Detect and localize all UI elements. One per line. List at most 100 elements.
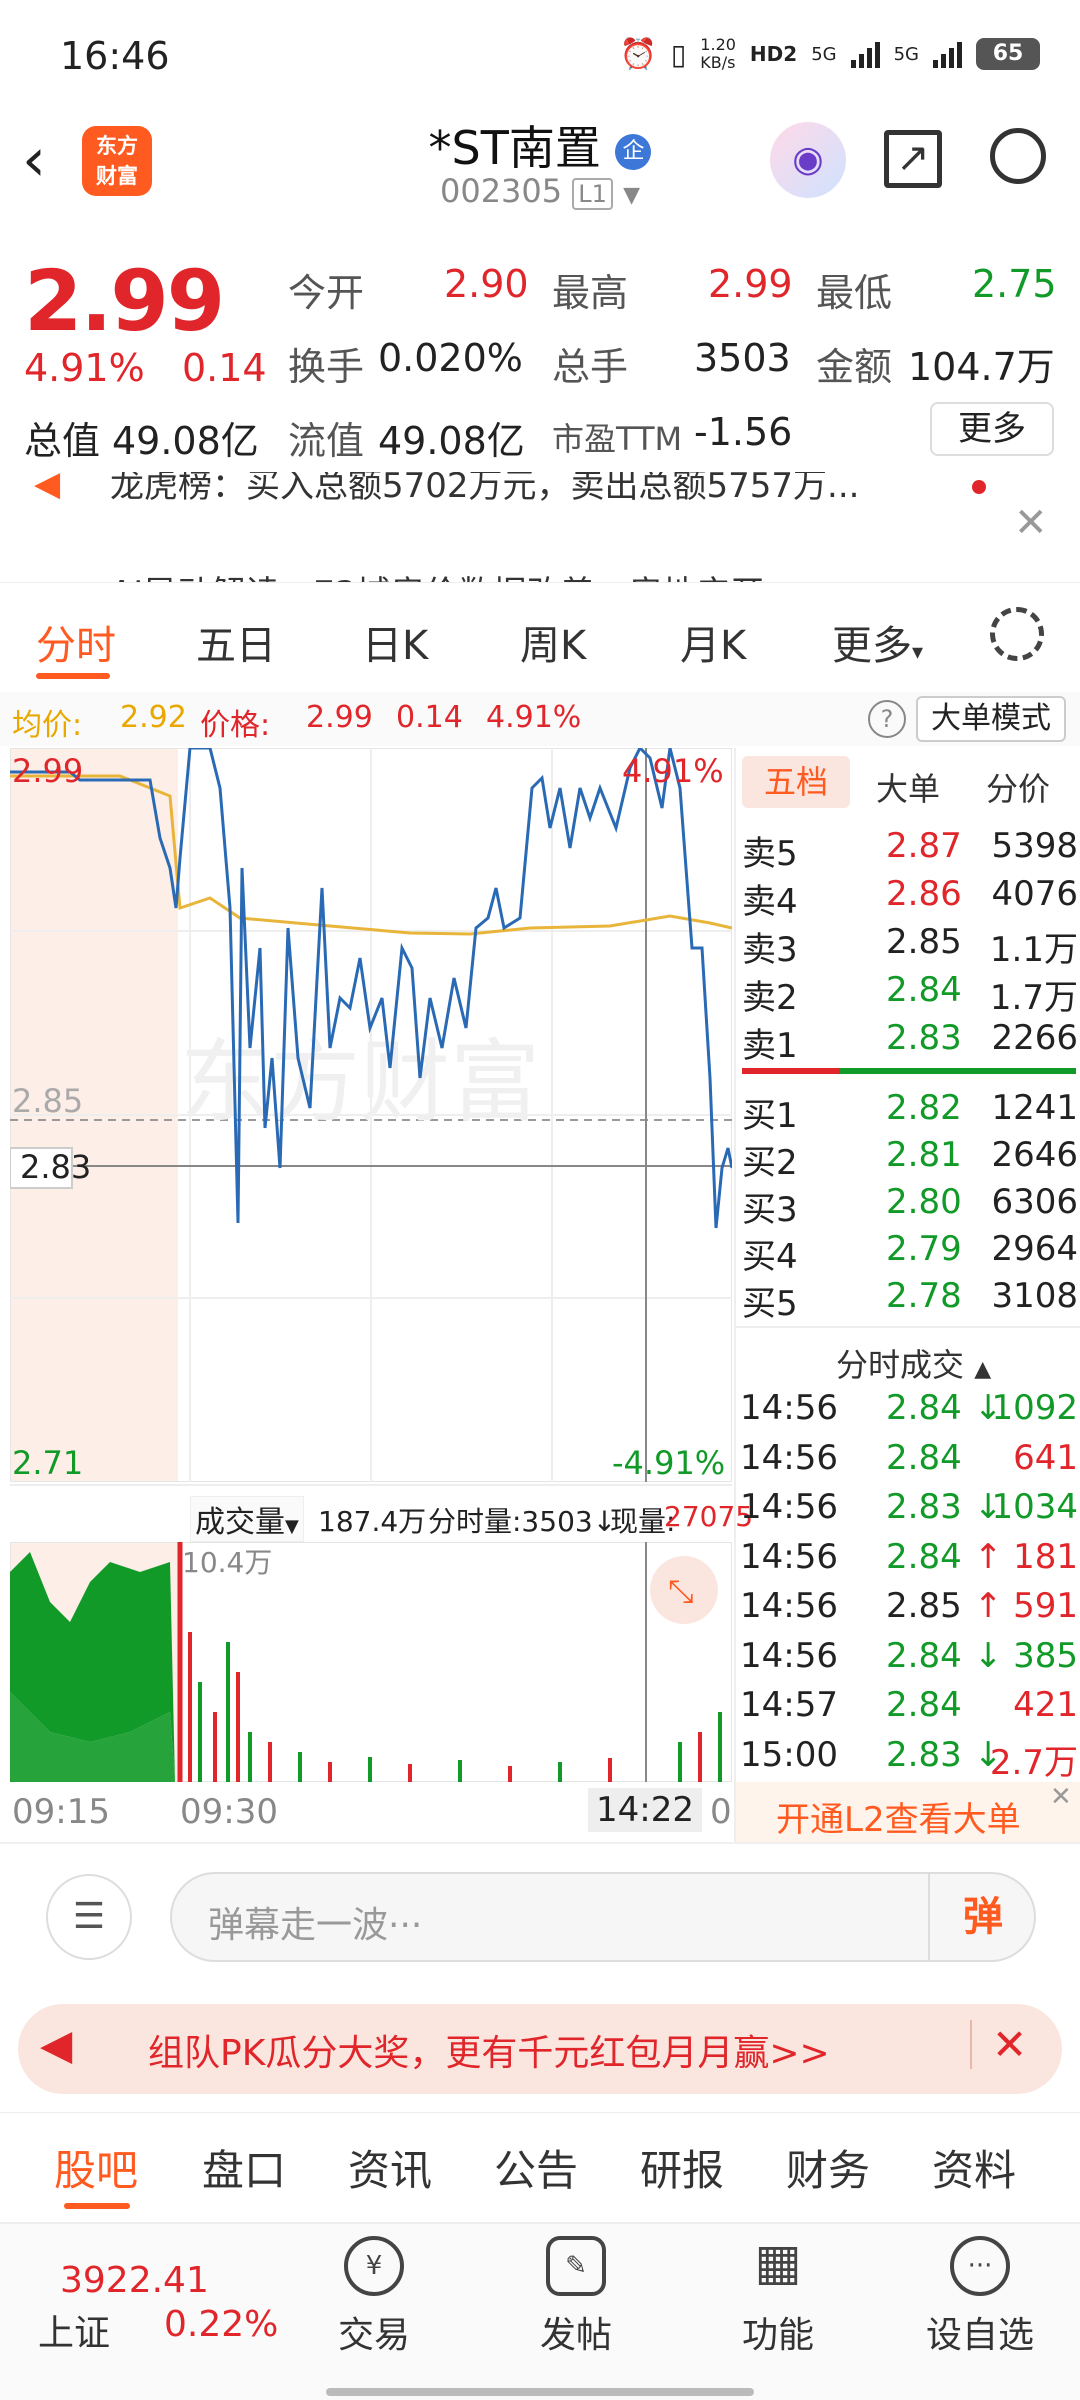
price-value: 2.99	[306, 700, 373, 735]
hd-icon: HD2	[749, 42, 798, 66]
ask-volume: 5398	[991, 826, 1078, 866]
share-icon[interactable]: ↗	[884, 130, 942, 188]
intraday-chart[interactable]: 东方财富 2.83 2.99 2.85 2.71 4.91% -4.91%	[10, 748, 732, 1482]
tab-five-level[interactable]: 五档	[742, 756, 850, 808]
close-icon[interactable]: ✕	[1014, 500, 1048, 546]
tab-handicap[interactable]: 盘口	[202, 2137, 286, 2198]
danmu-send-button[interactable]: 弹	[928, 1874, 1036, 1960]
time-cursor: 14:22	[588, 1788, 702, 1832]
promo-close-icon[interactable]: ✕	[970, 2020, 1027, 2069]
nav-post[interactable]: ✎ 发帖	[516, 2236, 636, 2358]
nav-trade[interactable]: ¥ 交易	[314, 2236, 434, 2358]
search-icon[interactable]	[990, 128, 1046, 184]
tick-time: 14:56	[740, 1536, 838, 1577]
notice-line-1[interactable]: 龙虎榜：买入总额5702万元，卖出总额5757万...	[110, 472, 859, 507]
tick-price: 2.84	[886, 1536, 962, 1577]
ask-row: 卖5 2.87 5398	[736, 826, 1080, 874]
chg-value: 0.14	[396, 700, 463, 735]
time-open: 09:30	[180, 1792, 278, 1832]
ask-label: 卖3	[742, 930, 798, 970]
more-dots-icon: ···	[950, 2236, 1010, 2296]
tick-volume: 421	[1013, 1685, 1078, 1725]
tick-price: 2.84	[886, 1437, 962, 1478]
current-price: 2.99	[24, 252, 225, 350]
tab-big-order[interactable]: 大单	[876, 764, 940, 810]
tab-price-split[interactable]: 分价	[986, 764, 1050, 810]
bid-row: 买5 2.78 3108	[736, 1276, 1080, 1324]
bid-volume: 2964	[991, 1229, 1078, 1269]
mcap-label: 总值	[24, 419, 101, 463]
bid-volume: 6306	[991, 1182, 1078, 1222]
signal-icon-2	[933, 40, 962, 68]
tick-time: 14:56	[740, 1586, 838, 1626]
tick-price: 2.84	[886, 1635, 962, 1676]
status-time: 16:46	[60, 34, 170, 78]
nav-add-watchlist[interactable]: ··· 设自选	[920, 2236, 1040, 2358]
tick-arrow: ↑	[974, 1536, 1003, 1577]
tick-price: 2.84	[886, 1685, 962, 1725]
bid-row: 买3 2.80 6306	[736, 1182, 1080, 1230]
pct-top-label: 4.91%	[622, 752, 724, 790]
notice-panel: ◀ 龙虎榜：买入总额5702万元，卖出总额5757万... ✕ AI异动解读：7…	[0, 472, 1080, 582]
tick-volume: 181	[1013, 1536, 1078, 1577]
danmu-settings-icon[interactable]: ☰	[46, 1874, 132, 1960]
tab-announcement[interactable]: 公告	[494, 2137, 578, 2198]
turnover-value: 0.020%	[378, 336, 523, 380]
tick-row: 14:56 2.84 ↓ 1092	[736, 1388, 1080, 1436]
net-speed: 1.20 KB/s	[700, 35, 736, 72]
pe-value: -1.56	[694, 410, 793, 454]
tab-profile[interactable]: 资料	[932, 2137, 1016, 2198]
tab-forum[interactable]: 股吧	[54, 2137, 138, 2198]
tab-monthly-k[interactable]: 月K	[680, 613, 746, 671]
float-label: 流值	[288, 419, 365, 463]
notice-line-2[interactable]: AI异动解读：73城房价数据改善，房地产开...	[110, 566, 797, 582]
tab-daily-k[interactable]: 日K	[362, 613, 428, 671]
more-button[interactable]: 更多	[930, 402, 1054, 456]
volume-total: 187.4万	[318, 1505, 427, 1538]
tab-intraday[interactable]: 分时	[36, 613, 116, 671]
y-mid-label: 2.85	[12, 1082, 83, 1120]
volume-label: 总手	[552, 345, 629, 389]
vibrate-icon: ▯	[670, 37, 687, 71]
tick-row: 14:57 2.84 421	[736, 1685, 1080, 1733]
tick-row: 14:56 2.84 641	[736, 1438, 1080, 1486]
promo-banner[interactable]: ◀ 组队PK瓜分大奖，更有千元红包月月赢>> ✕	[18, 2004, 1062, 2094]
bid-row: 买2 2.81 2646	[736, 1135, 1080, 1183]
ask-label: 卖1	[742, 1026, 798, 1066]
alarm-icon: ⏰	[619, 36, 657, 72]
nav-functions[interactable]: ▦ 功能	[718, 2236, 838, 2358]
big-order-mode-button[interactable]: 大单模式	[916, 696, 1066, 742]
bid-price: 2.81	[886, 1135, 962, 1175]
chart-info-line: 均价: 2.92 价格: 2.99 0.14 4.91% ? 大单模式	[0, 692, 1080, 746]
change-amount: 0.14	[182, 346, 267, 390]
turnover-label: 换手	[288, 345, 365, 389]
gear-icon[interactable]	[990, 607, 1044, 661]
l2-close-icon[interactable]: ✕	[1050, 1782, 1072, 1812]
tab-weekly-k[interactable]: 周K	[520, 613, 586, 671]
ask-row: 卖1 2.83 2266	[736, 1018, 1080, 1066]
volume-selector[interactable]: 成交量▼	[190, 1496, 304, 1542]
post-icon: ✎	[546, 2236, 606, 2296]
bid-label: 买1	[742, 1096, 798, 1136]
tick-time: 15:00	[740, 1734, 838, 1775]
tab-news[interactable]: 资讯	[348, 2137, 432, 2198]
robot-avatar-icon[interactable]: ◉	[770, 122, 846, 198]
index-value[interactable]: 3922.41	[60, 2260, 209, 2301]
help-icon[interactable]: ?	[868, 700, 906, 738]
tick-time: 14:56	[740, 1437, 838, 1478]
tab-research[interactable]: 研报	[640, 2137, 724, 2198]
tab-more[interactable]: 更多▾	[832, 613, 923, 671]
bid-label: 买4	[742, 1237, 798, 1277]
danmu-input[interactable]: 弹幕走一波··· 弹	[170, 1872, 1036, 1962]
bid-label: 买5	[742, 1284, 798, 1324]
ticks-header[interactable]: 分时成交 ▲	[836, 1340, 991, 1386]
time-end: 0	[710, 1792, 732, 1832]
status-bar: 16:46 ⏰ ▯ 1.20 KB/s HD2 5G 5G 65	[0, 0, 1080, 110]
tick-volume: 641	[1013, 1437, 1078, 1478]
ask-price: 2.85	[886, 922, 962, 962]
tick-row: 14:56 2.83 ↓ 1034	[736, 1487, 1080, 1535]
open-label: 今开	[288, 271, 365, 315]
tab-5day[interactable]: 五日	[196, 613, 276, 671]
tab-finance[interactable]: 财务	[786, 2137, 870, 2198]
l2-banner[interactable]: 开通L2查看大单 ✕	[736, 1782, 1080, 1842]
